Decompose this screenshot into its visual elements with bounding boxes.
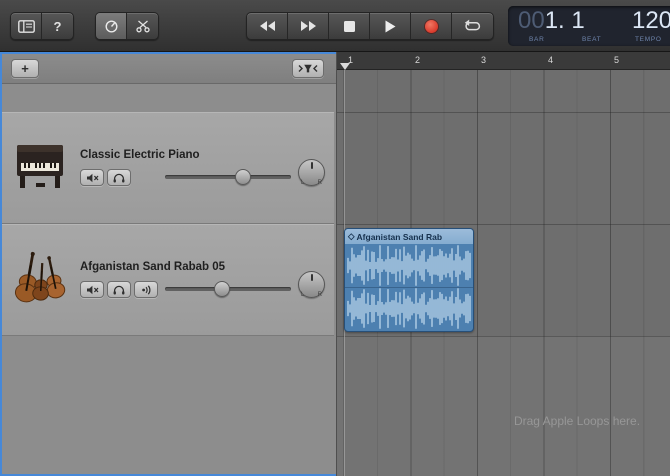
pan-knob-needle bbox=[311, 274, 313, 281]
arrange-area[interactable]: 1 2 3 4 5 ◇ Afganistan Sand Rab Drag App… bbox=[336, 52, 670, 476]
track-row[interactable]: Classic Electric Piano bbox=[2, 112, 334, 224]
track-lane-divider bbox=[337, 224, 670, 225]
track-panel-header: + bbox=[2, 54, 336, 84]
pan-left-label: L bbox=[301, 292, 304, 298]
mute-speaker-icon bbox=[86, 173, 99, 183]
headphones-icon bbox=[113, 285, 125, 295]
ruler-bar-number: 3 bbox=[481, 55, 486, 65]
lcd-position: 001. 1 bbox=[518, 7, 585, 35]
library-button[interactable] bbox=[11, 13, 42, 39]
transport-controls bbox=[246, 12, 494, 40]
editor-button[interactable] bbox=[127, 13, 158, 39]
stereo-channel-divider bbox=[345, 287, 473, 288]
ruler-bar-number: 5 bbox=[614, 55, 619, 65]
stop-button[interactable] bbox=[329, 13, 370, 39]
fast-forward-icon bbox=[300, 21, 317, 31]
audio-region-body bbox=[345, 244, 473, 331]
library-icon bbox=[18, 20, 35, 33]
pan-right-label: R bbox=[318, 292, 322, 298]
string-ensemble-icon bbox=[10, 251, 74, 311]
track-name: Afganistan Sand Rabab 05 bbox=[80, 261, 225, 273]
ruler-bar-number: 4 bbox=[548, 55, 553, 65]
rewind-icon bbox=[259, 21, 276, 31]
track-header-panel: + bbox=[0, 52, 336, 476]
quick-help-button[interactable]: ? bbox=[42, 13, 73, 39]
play-button[interactable] bbox=[370, 13, 411, 39]
track-name: Classic Electric Piano bbox=[80, 149, 200, 161]
record-button[interactable] bbox=[411, 13, 452, 39]
headphones-icon bbox=[113, 173, 125, 183]
pan-knob[interactable]: L R bbox=[298, 271, 325, 298]
audio-region-label: Afganistan Sand Rab bbox=[357, 232, 442, 242]
lcd-tempo-label: TEMPO bbox=[635, 36, 662, 43]
mute-button[interactable] bbox=[80, 169, 104, 186]
pan-knob[interactable]: L R bbox=[298, 159, 325, 186]
view-toggle-group bbox=[95, 12, 159, 40]
volume-slider[interactable] bbox=[165, 287, 291, 291]
volume-slider-thumb[interactable] bbox=[214, 281, 230, 297]
record-icon bbox=[425, 20, 438, 33]
drag-apple-loops-hint: Drag Apple Loops here. bbox=[457, 414, 670, 428]
knob-icon bbox=[104, 19, 119, 34]
question-mark-icon: ? bbox=[54, 19, 62, 34]
playhead-marker[interactable] bbox=[340, 63, 350, 70]
lcd-tempo-value: 120 bbox=[632, 7, 670, 35]
toolbar: ? bbox=[0, 0, 670, 52]
funnel-icon bbox=[297, 63, 319, 74]
electric-piano-icon bbox=[10, 139, 74, 199]
diamond-loop-icon: ◇ bbox=[348, 231, 355, 242]
volume-slider-thumb[interactable] bbox=[235, 169, 251, 185]
track-filter-button[interactable] bbox=[292, 59, 324, 78]
scissors-icon bbox=[136, 20, 150, 33]
input-monitoring-icon bbox=[141, 285, 152, 295]
cycle-button[interactable] bbox=[452, 13, 493, 39]
audio-region-header: ◇ Afganistan Sand Rab bbox=[345, 229, 473, 244]
timeline-ruler[interactable]: 1 2 3 4 5 bbox=[337, 52, 670, 70]
lcd-position-value: 1. 1 bbox=[545, 7, 585, 34]
pan-left-label: L bbox=[301, 180, 304, 186]
waveform bbox=[345, 287, 473, 330]
lcd-beat-label: BEAT bbox=[582, 36, 601, 43]
pan-right-label: R bbox=[318, 180, 322, 186]
plus-icon: + bbox=[21, 61, 29, 76]
rewind-button[interactable] bbox=[247, 13, 288, 39]
add-track-button[interactable]: + bbox=[11, 59, 39, 78]
input-monitoring-button[interactable] bbox=[134, 281, 158, 298]
empty-lane-area[interactable] bbox=[337, 336, 670, 476]
waveform bbox=[345, 244, 473, 287]
lcd-bar-label: BAR bbox=[529, 36, 544, 43]
audio-region[interactable]: ◇ Afganistan Sand Rab bbox=[344, 228, 474, 332]
stop-icon bbox=[344, 21, 355, 32]
pan-knob-needle bbox=[311, 162, 313, 169]
fast-forward-button[interactable] bbox=[288, 13, 329, 39]
mute-speaker-icon bbox=[86, 285, 99, 295]
lcd-display[interactable]: 001. 1 BAR BEAT 120 TEMPO bbox=[508, 6, 670, 46]
cycle-icon bbox=[463, 19, 482, 33]
library-help-group: ? bbox=[10, 12, 74, 40]
smart-controls-button[interactable] bbox=[96, 13, 127, 39]
mute-button[interactable] bbox=[80, 281, 104, 298]
play-icon bbox=[385, 20, 396, 33]
track-row[interactable]: Afganistan Sand Rabab 05 bbox=[2, 224, 334, 336]
track-control-buttons bbox=[80, 281, 158, 298]
lcd-position-leading-zeros: 00 bbox=[518, 7, 545, 34]
ruler-bar-number: 2 bbox=[415, 55, 420, 65]
track-lane-divider bbox=[337, 112, 670, 113]
solo-button[interactable] bbox=[107, 169, 131, 186]
volume-slider[interactable] bbox=[165, 175, 291, 179]
solo-button[interactable] bbox=[107, 281, 131, 298]
track-control-buttons bbox=[80, 169, 131, 186]
